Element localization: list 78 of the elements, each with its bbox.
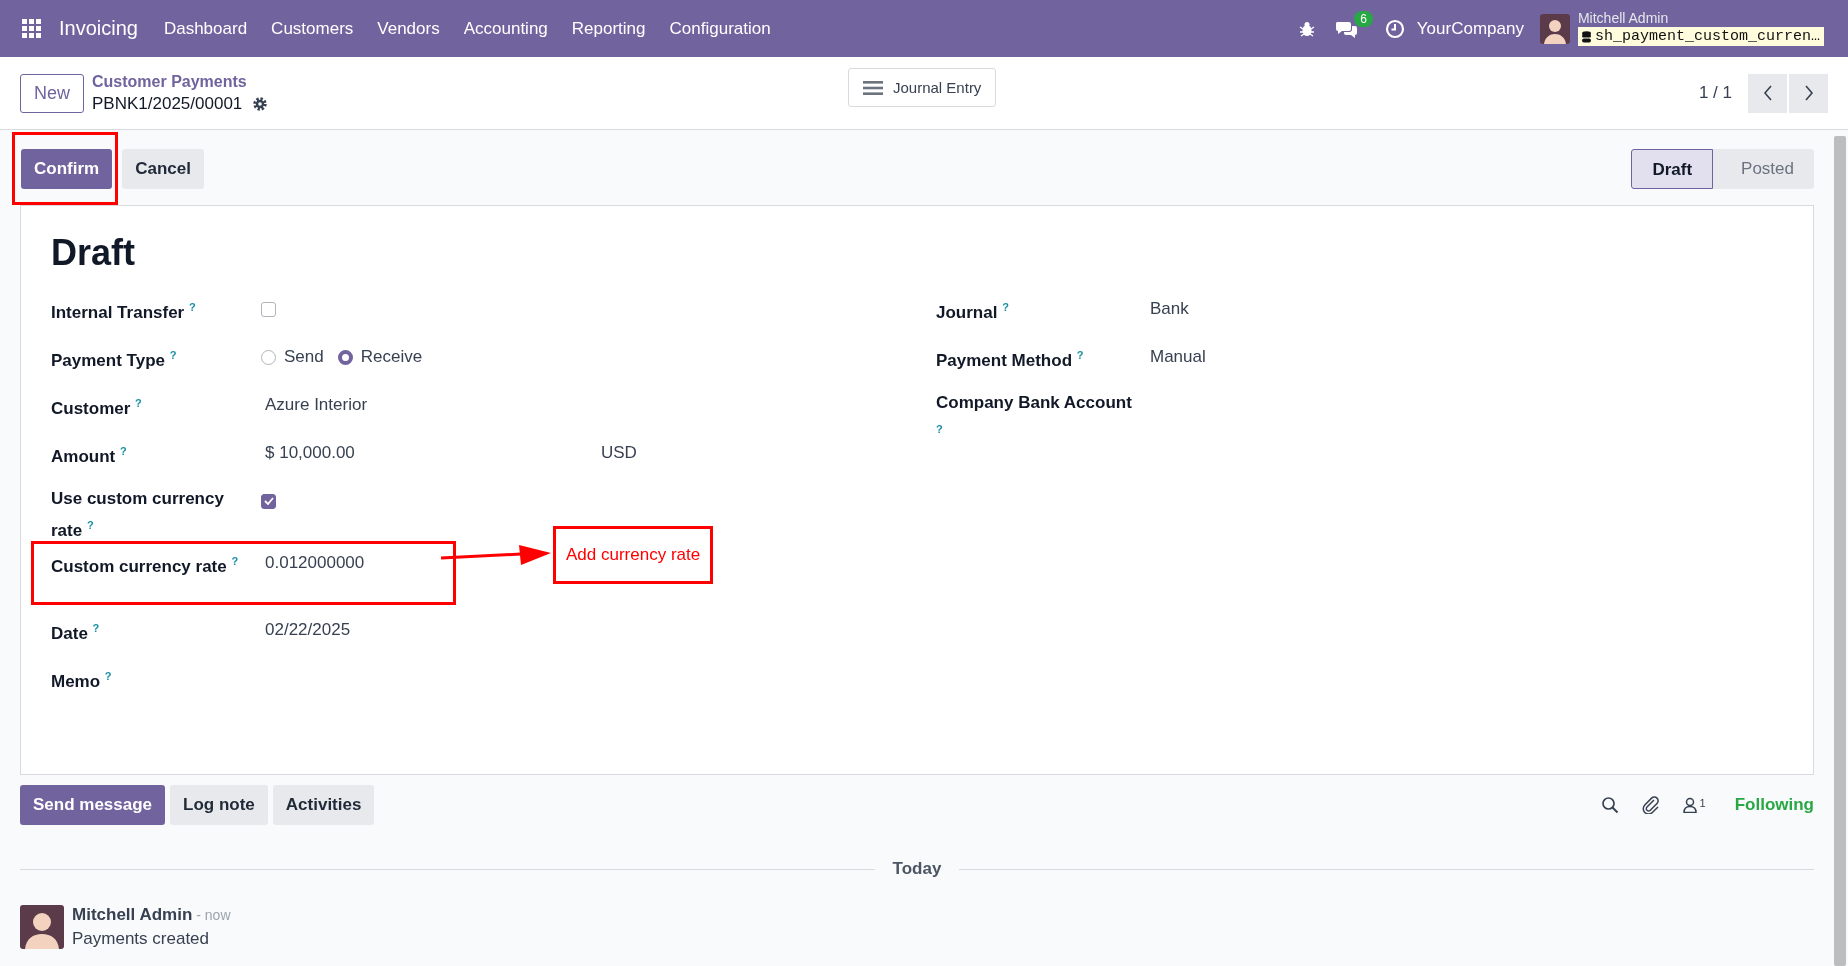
list-icon [863,79,883,96]
date-separator: Today [891,859,943,879]
help-mark[interactable]: ? [169,349,177,361]
field-label: Memo $^{?}$ [51,668,113,693]
new-button[interactable]: New [20,73,84,113]
field-label: Journal $^{?}$ [936,300,1010,324]
app-grid-icon[interactable] [22,19,41,38]
radio-button[interactable] [337,349,353,365]
field-value: 02/22/2025 [264,619,352,640]
chevron-left-icon [1762,85,1773,101]
menu-item[interactable]: Customers [271,18,354,39]
form-title: Draft [51,232,136,274]
author-name[interactable]: Mitchell Admin [72,905,193,925]
search-icon[interactable] [1600,796,1619,814]
help-mark[interactable]: ? [104,669,112,682]
help-mark[interactable]: ? [1076,349,1084,361]
chevron-right-icon [1803,85,1814,101]
message-count-badge: 6 [1354,10,1373,27]
company-switcher[interactable]: YourCompany [1416,18,1524,39]
amount-value: $ 10,000.00 [264,443,356,463]
help-mark[interactable]: ? [936,423,943,435]
menu-item[interactable]: Reporting [571,18,646,39]
avatar-icon [20,905,64,949]
field-label: Payment Type $^{?}$ [51,348,178,372]
cancel-button[interactable]: Cancel [122,148,204,189]
gear-icon[interactable] [252,96,269,113]
person-icon[interactable] [1682,797,1697,813]
avatar-icon[interactable] [1539,13,1570,44]
confirm-button[interactable]: Confirm [21,149,113,189]
app-name[interactable]: Invoicing [59,17,138,40]
radio-label[interactable]: Send [284,347,324,367]
menu-item[interactable]: Configuration [669,18,771,39]
currency-value: USD [600,443,638,463]
field-value: Azure Interior [264,395,369,415]
follower-count: 1 [1699,797,1706,809]
field-label: Date $^{?}$ [51,620,101,645]
checkbox[interactable] [261,493,276,509]
menu-item[interactable]: Dashboard [163,18,248,39]
radio-label[interactable]: Receive [360,347,423,367]
field-label: Use custom currency rate $^{?}$ [51,488,225,542]
menu-item[interactable]: Accounting [463,18,548,39]
field-label: Internal Transfer $^{?}$ [51,300,197,324]
field-label: Payment Method $^{?}$ [936,348,1085,372]
journal-entry-button[interactable]: Journal Entry [848,68,997,107]
following-button[interactable]: Following [1734,795,1814,815]
annotation-callout: Add currency rate [553,525,714,584]
checkbox[interactable] [261,301,276,317]
field-value: Manual [1149,347,1207,367]
clock-icon[interactable] [1384,18,1405,39]
field-label: Amount $^{?}$ [51,444,128,468]
menu-item[interactable]: Vendors [377,18,440,39]
field-value: 0.012000000 [264,552,366,573]
field-label: Customer $^{?}$ [51,396,143,420]
chatter-button[interactable]: Activities [272,785,375,825]
database-name: sh_payment_custom_curren… [1577,27,1824,46]
chatter-button[interactable]: Log note [170,785,268,825]
help-mark[interactable]: ? [119,445,127,457]
send-message-button[interactable]: Send message [20,785,166,825]
record-name: PBNK1/2025/00001 [92,93,243,115]
status-step[interactable]: Posted [1713,148,1814,189]
message-text: Payments created [72,929,210,949]
help-mark[interactable]: ? [86,519,94,531]
field-label: Custom currency rate $^{?}$ [51,553,240,578]
breadcrumb-link[interactable]: Customer Payments [92,72,247,90]
database-icon [1581,30,1591,43]
user-name[interactable]: Mitchell Admin [1577,11,1824,25]
help-mark[interactable]: ? [231,554,239,567]
help-mark[interactable]: ? [188,301,196,313]
paperclip-icon[interactable] [1641,796,1660,814]
help-mark[interactable]: ? [135,397,142,409]
help-mark[interactable]: ? [92,621,100,634]
field-value: Bank [1149,299,1190,319]
scrollbar[interactable] [1834,136,1846,966]
bug-icon[interactable] [1298,20,1315,37]
help-mark[interactable]: ? [1002,301,1009,313]
status-step[interactable]: Draft [1631,148,1714,189]
message-time: - now [196,907,231,923]
pager-value: 1 / 1 [1698,83,1732,103]
